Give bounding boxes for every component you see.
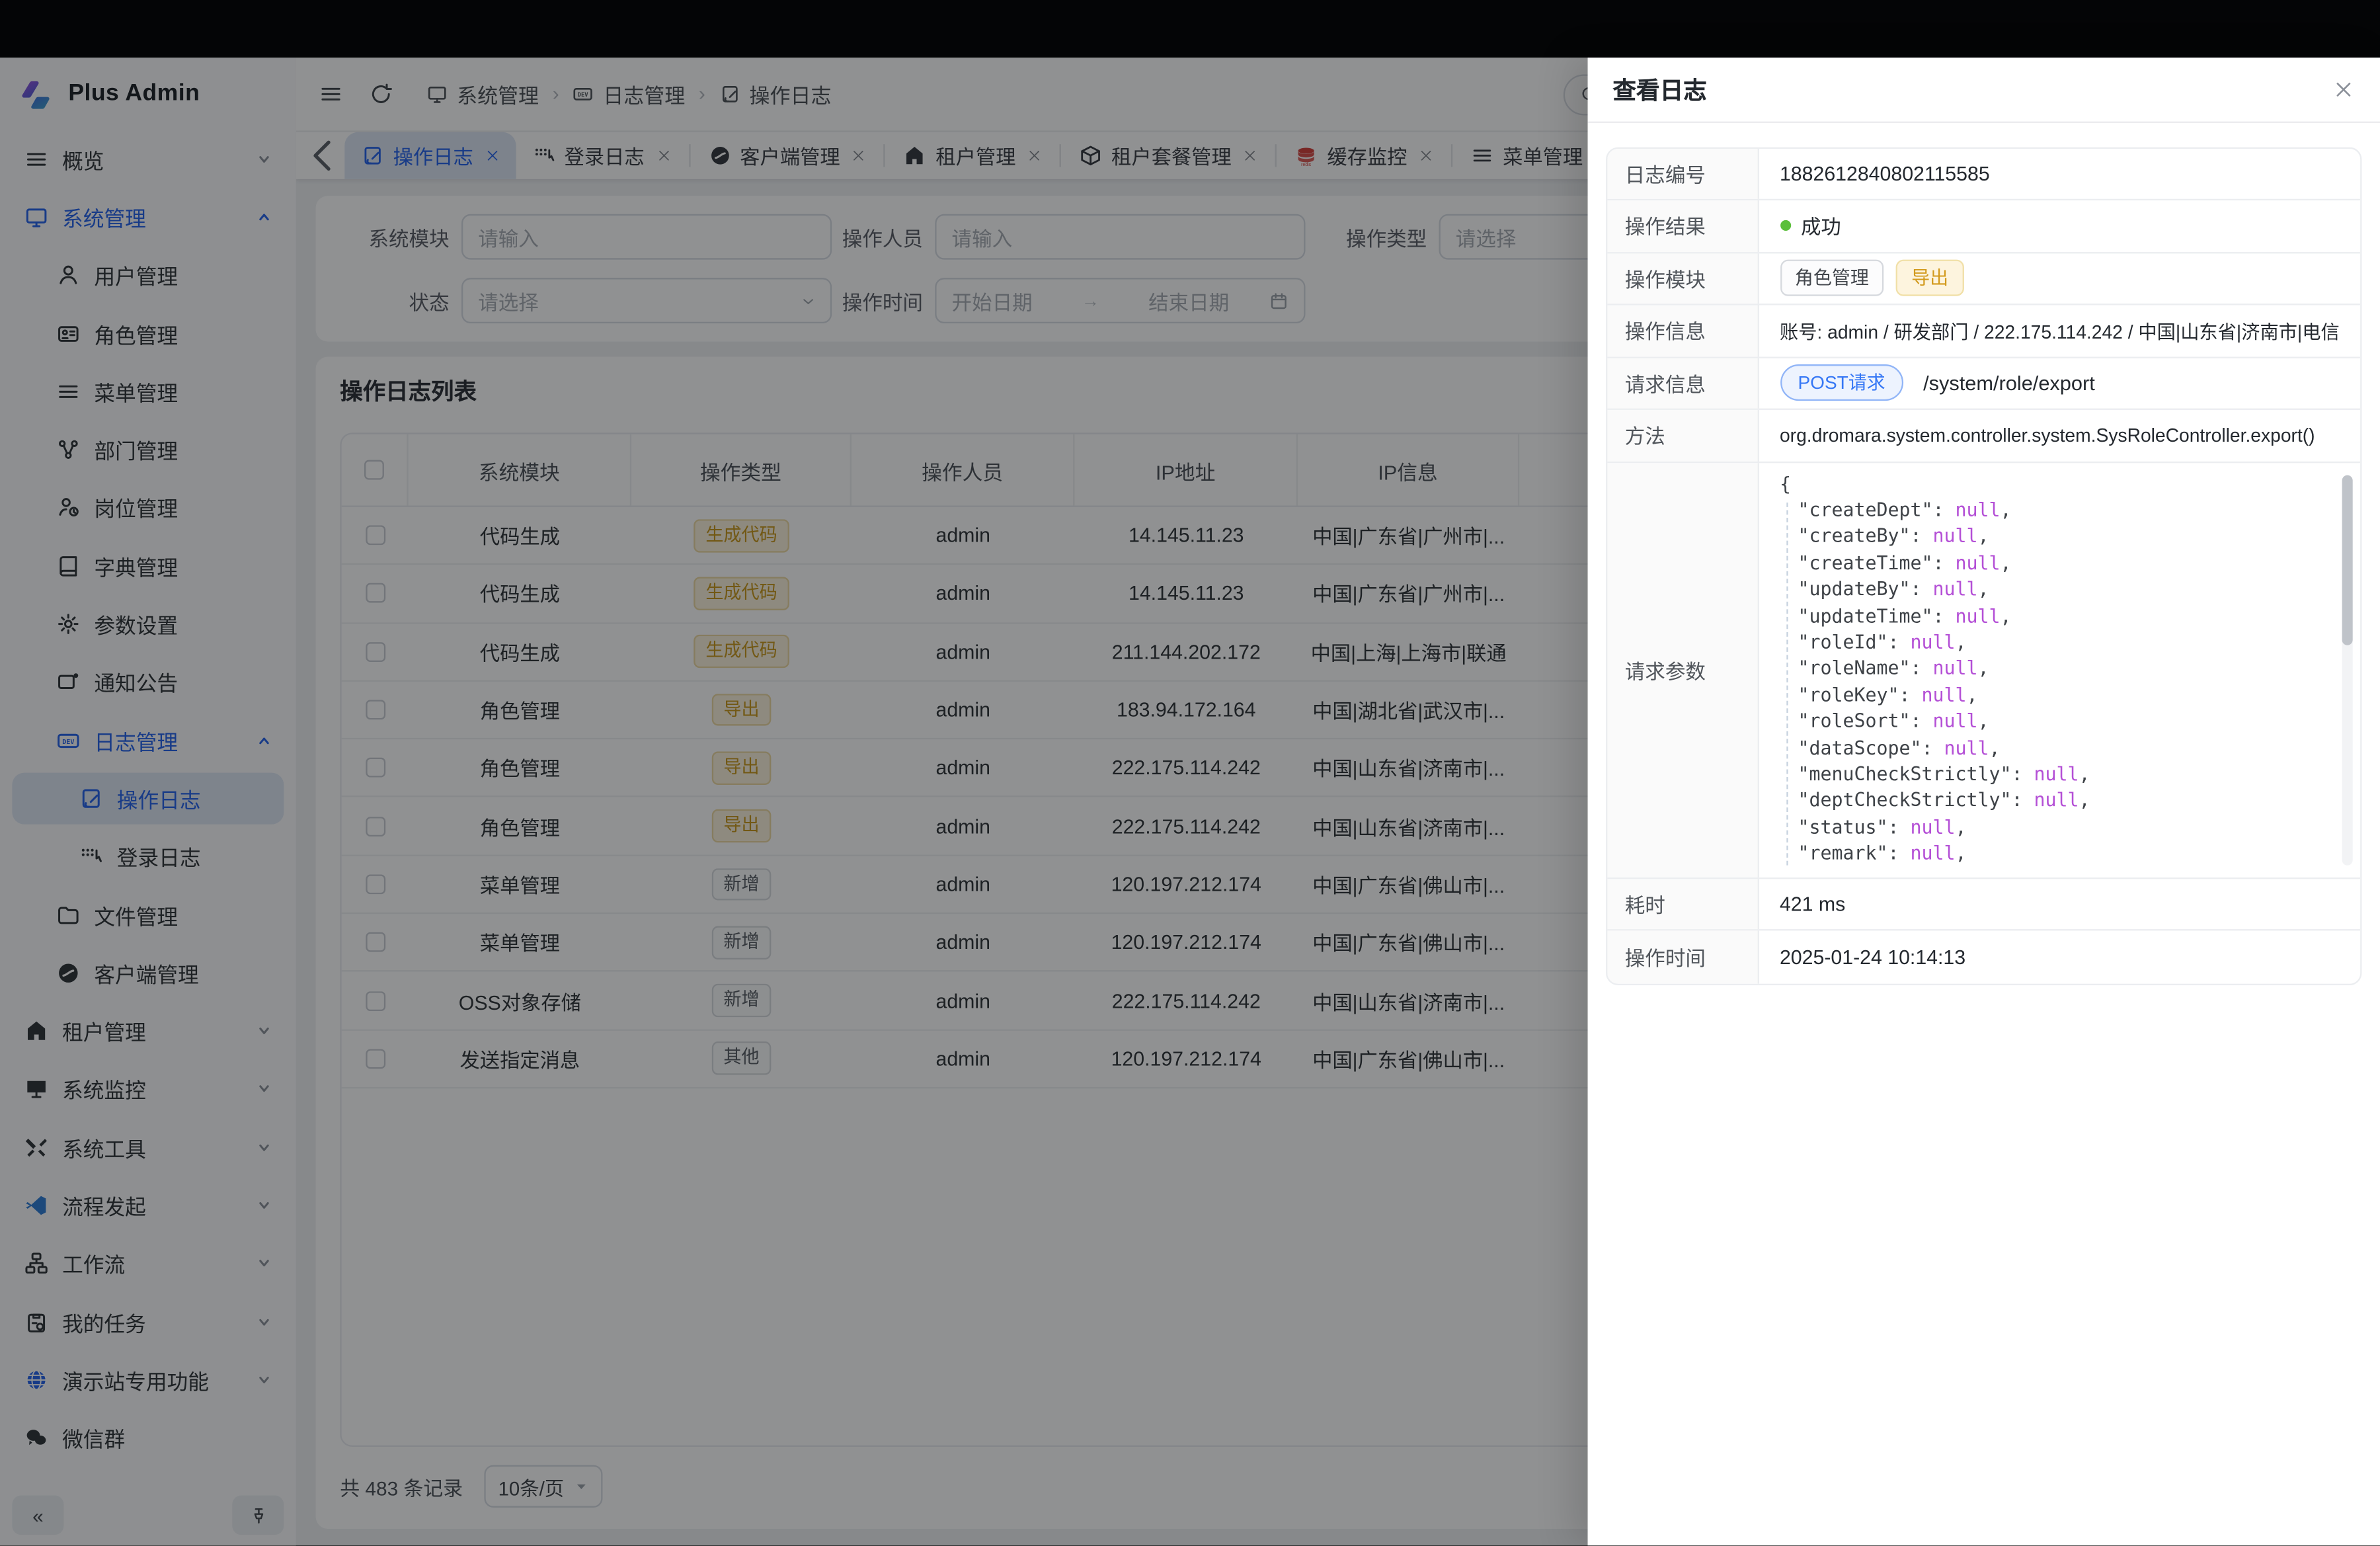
detail-row-log-id: 日志编号 1882612840802115585: [1606, 148, 2360, 200]
json-null-value: null: [1911, 631, 1956, 653]
json-null-value: null: [1933, 526, 1978, 547]
json-null-value: null: [1911, 843, 1956, 864]
drawer-title: 查看日志: [1612, 72, 1706, 106]
log-id-value: 1882612840802115585: [1759, 148, 2360, 199]
result-value: 成功: [1801, 212, 1841, 241]
json-line: "roleId": null,: [1780, 630, 2333, 657]
detail-row-time: 操作时间 2025-01-24 10:14:13: [1606, 930, 2360, 983]
log-detail-table: 日志编号 1882612840802115585 操作结果 成功 操作模块 角色…: [1605, 147, 2362, 985]
detail-row-params: 请求参数 {"createDept": null,"createBy": nul…: [1606, 462, 2360, 878]
detail-row-operator-info: 操作信息 账号: admin / 研发部门 / 222.175.114.242 …: [1606, 305, 2360, 357]
detail-row-duration: 耗时 421 ms: [1606, 878, 2360, 930]
json-line: "updateTime": null,: [1780, 604, 2333, 630]
json-null-value: null: [1933, 711, 1978, 732]
drawer-body: 日志编号 1882612840802115585 操作结果 成功 操作模块 角色…: [1587, 122, 2380, 1546]
json-null-value: null: [1944, 737, 1989, 758]
json-line: "createTime": null,: [1780, 551, 2333, 577]
json-line: "createBy": null,: [1780, 524, 2333, 551]
json-null-value: null: [1933, 658, 1978, 679]
json-open-brace: {: [1780, 471, 2333, 498]
operation-time-value: 2025-01-24 10:14:13: [1759, 930, 2360, 983]
detail-row-result: 操作结果 成功: [1606, 200, 2360, 253]
module-tag: 角色管理: [1780, 260, 1884, 297]
json-line: "createDept": null,: [1780, 498, 2333, 524]
json-line: "menuCheckStrictly": null,: [1780, 762, 2333, 788]
json-line: "roleSort": null,: [1780, 710, 2333, 736]
request-path: /system/role/export: [1923, 372, 2095, 394]
view-log-drawer: 查看日志 日志编号 1882612840802115585 操作结果 成功: [1587, 57, 2380, 1546]
json-null-value: null: [1956, 552, 2001, 573]
json-line: "dataScope": null,: [1780, 736, 2333, 762]
json-null-value: null: [1956, 499, 2001, 520]
screen: Plus Admin 概览系统管理用户管理角色管理菜单管理部门管理岗位管理字典管…: [0, 0, 2380, 1546]
json-line: "status": null,: [1780, 815, 2333, 841]
json-line: "updateBy": null,: [1780, 577, 2333, 604]
json-null-value: null: [2034, 764, 2079, 785]
code-scrollbar[interactable]: [2342, 474, 2353, 864]
json-null-value: null: [1956, 605, 2001, 626]
json-line: "roleKey": null,: [1780, 683, 2333, 710]
indent-guide: [1786, 502, 1787, 865]
json-null-value: null: [1911, 817, 1956, 838]
json-null-value: null: [1933, 579, 1978, 600]
request-params-code[interactable]: {"createDept": null,"createBy": null,"cr…: [1759, 462, 2360, 877]
json-null-value: null: [2034, 790, 2079, 811]
json-line: "remark": null,: [1780, 841, 2333, 868]
success-dot-icon: [1780, 220, 1790, 231]
json-line: "roleName": null,: [1780, 657, 2333, 683]
close-icon[interactable]: [2333, 78, 2354, 99]
json-null-value: null: [1922, 684, 1967, 706]
operator-info-value: 账号: admin / 研发部门 / 222.175.114.242 / 中国|…: [1759, 305, 2360, 356]
detail-row-request: 请求信息 POST请求 /system/role/export: [1606, 358, 2360, 410]
detail-row-method: 方法 org.dromara.system.controller.system.…: [1606, 410, 2360, 462]
method-value: org.dromara.system.controller.system.Sys…: [1759, 410, 2360, 461]
drawer-header: 查看日志: [1587, 57, 2380, 122]
duration-value: 421 ms: [1759, 878, 2360, 929]
detail-row-module: 操作模块 角色管理 导出: [1606, 253, 2360, 305]
json-line: "deptCheckStrictly": null,: [1780, 788, 2333, 815]
action-tag: 导出: [1896, 260, 1964, 297]
post-method-tag: POST请求: [1780, 364, 1903, 401]
